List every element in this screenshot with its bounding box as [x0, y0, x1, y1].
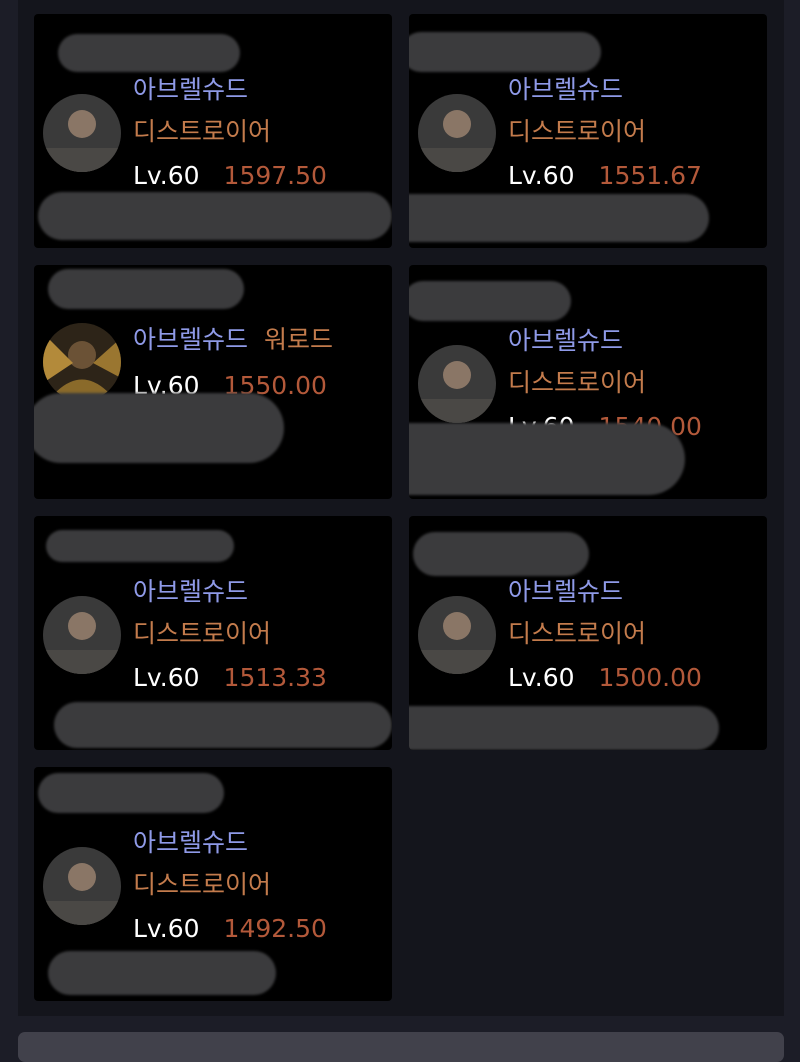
- item-level-text: 1492.50: [223, 914, 327, 943]
- server-name: 아브렐슈드: [133, 577, 249, 606]
- level-row: Lv.60 1597.50: [133, 161, 327, 191]
- character-avatar: [43, 323, 121, 401]
- class-name: 디스트로이어: [133, 619, 272, 648]
- redaction-scribble: [38, 192, 392, 240]
- level-row: Lv.60 1492.50: [133, 914, 327, 944]
- redaction-scribble: [409, 423, 685, 495]
- redaction-scribble: [54, 702, 392, 748]
- server-name: 아브렐슈드: [508, 75, 624, 104]
- class-name: 워로드: [264, 325, 334, 354]
- redaction-scribble: [48, 269, 244, 309]
- server-name: 아브렐슈드: [133, 325, 249, 354]
- redaction-scribble: [409, 32, 601, 72]
- redaction-scribble: [48, 951, 276, 995]
- level-text: Lv.60: [133, 914, 200, 943]
- item-level-text: 1551.67: [598, 161, 702, 190]
- bottom-bar[interactable]: [18, 1032, 784, 1062]
- redaction-scribble: [58, 34, 240, 72]
- server-class-row: 아브렐슈드 워로드: [133, 325, 333, 355]
- level-row: Lv.60 1500.00: [508, 663, 702, 693]
- character-avatar: [418, 345, 496, 423]
- level-text: Lv.60: [133, 161, 200, 190]
- item-level-text: 1597.50: [223, 161, 327, 190]
- server-name: 아브렐슈드: [133, 75, 249, 104]
- character-card[interactable]: 아브렐슈드 디스트로이어 Lv.601540.00: [409, 265, 767, 499]
- class-name: 디스트로이어: [508, 117, 647, 146]
- server-name: 아브렐슈드: [508, 326, 624, 355]
- redaction-scribble: [46, 530, 234, 562]
- character-card[interactable]: 아브렐슈드 디스트로이어 Lv.60 1551.67: [409, 14, 767, 248]
- level-text: Lv.60: [508, 663, 575, 692]
- item-level-text: 1513.33: [223, 663, 327, 692]
- character-avatar: [418, 596, 496, 674]
- class-name: 디스트로이어: [133, 117, 272, 146]
- character-card[interactable]: 아브렐슈드 디스트로이어 Lv.60 1513.33: [34, 516, 392, 750]
- level-row: Lv.60 1551.67: [508, 161, 702, 191]
- character-avatar: [43, 94, 121, 172]
- class-name: 디스트로이어: [508, 368, 647, 397]
- character-card[interactable]: 아브렐슈드 디스트로이어 Lv.60 1500.00: [409, 516, 767, 750]
- character-card[interactable]: 아브렐슈드 디스트로이어 Lv.60 1597.50: [34, 14, 392, 248]
- redaction-scribble: [409, 194, 709, 242]
- redaction-scribble: [38, 773, 224, 813]
- class-name: 디스트로이어: [508, 619, 647, 648]
- character-avatar: [418, 94, 496, 172]
- character-card[interactable]: 아브렐슈드 디스트로이어 Lv.60 1492.50: [34, 767, 392, 1001]
- character-avatar: [43, 596, 121, 674]
- server-name: 아브렐슈드: [133, 828, 249, 857]
- class-name: 디스트로이어: [133, 870, 272, 899]
- character-card[interactable]: 아브렐슈드 워로드 Lv.60 1550.00: [34, 265, 392, 499]
- level-row: Lv.60 1513.33: [133, 663, 327, 693]
- redaction-scribble: [409, 281, 571, 321]
- character-avatar: [43, 847, 121, 925]
- server-name: 아브렐슈드: [508, 577, 624, 606]
- redaction-scribble: [34, 393, 284, 463]
- level-text: Lv.60: [133, 663, 200, 692]
- level-text: Lv.60: [508, 161, 575, 190]
- redaction-scribble: [409, 706, 719, 750]
- redaction-scribble: [413, 532, 589, 576]
- item-level-text: 1500.00: [598, 663, 702, 692]
